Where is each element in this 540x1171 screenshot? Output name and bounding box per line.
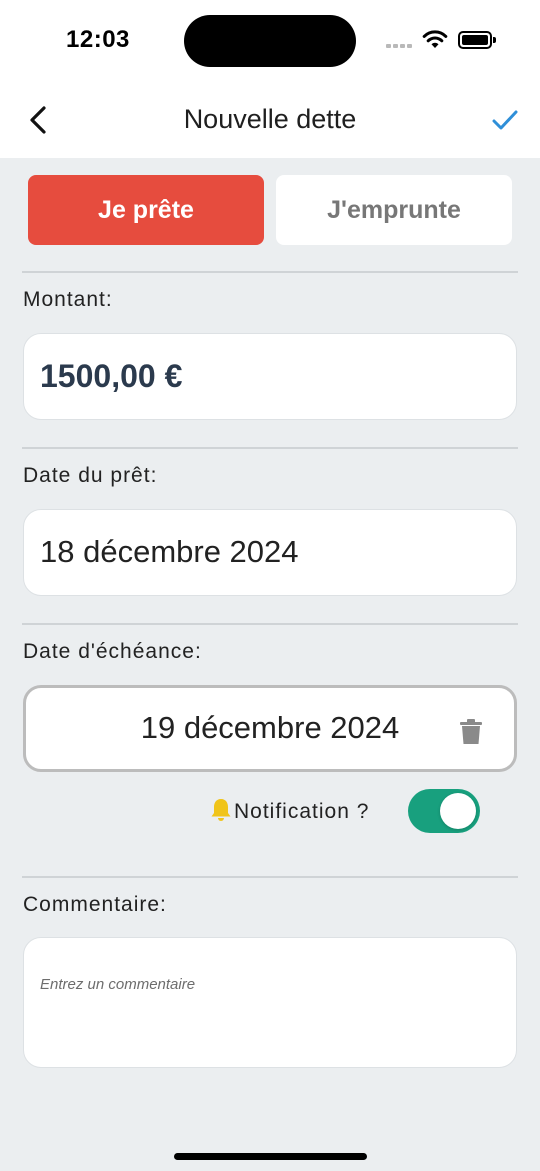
trash-icon[interactable] [460, 719, 482, 745]
cellular-signal-icon [386, 40, 416, 48]
divider [22, 447, 518, 449]
status-bar: 12:03 [0, 0, 540, 82]
bell-icon [211, 799, 231, 821]
divider [22, 623, 518, 625]
notification-toggle[interactable] [408, 789, 480, 833]
toggle-knob [440, 793, 476, 829]
lend-segment-button[interactable]: Je prête [28, 175, 264, 245]
divider [22, 271, 518, 273]
navigation-bar: Nouvelle dette [0, 82, 540, 158]
due-date-field[interactable]: 19 décembre 2024 [23, 685, 517, 772]
notification-label: Notification ? [234, 800, 370, 823]
due-date-value: 19 décembre 2024 [140, 710, 400, 745]
borrow-segment-button[interactable]: J'emprunte [276, 175, 512, 245]
amount-label: Montant: [23, 288, 113, 311]
loan-date-field[interactable]: 18 décembre 2024 [23, 509, 517, 596]
amount-field[interactable]: 1500,00 € [23, 333, 517, 420]
amount-value: 1500,00 € [40, 358, 183, 394]
comment-label: Commentaire: [23, 893, 167, 916]
dynamic-island [184, 15, 356, 67]
wifi-icon [422, 30, 448, 48]
comment-field[interactable] [23, 937, 517, 1068]
comment-input[interactable] [40, 976, 500, 993]
confirm-button[interactable] [488, 104, 522, 136]
divider [22, 876, 518, 878]
battery-icon [458, 31, 496, 49]
page-title: Nouvelle dette [183, 104, 357, 134]
due-date-label: Date d'échéance: [23, 640, 202, 663]
status-time: 12:03 [66, 26, 130, 53]
loan-date-value: 18 décembre 2024 [40, 534, 299, 569]
loan-date-label: Date du prêt: [23, 464, 158, 487]
home-indicator [174, 1153, 367, 1160]
